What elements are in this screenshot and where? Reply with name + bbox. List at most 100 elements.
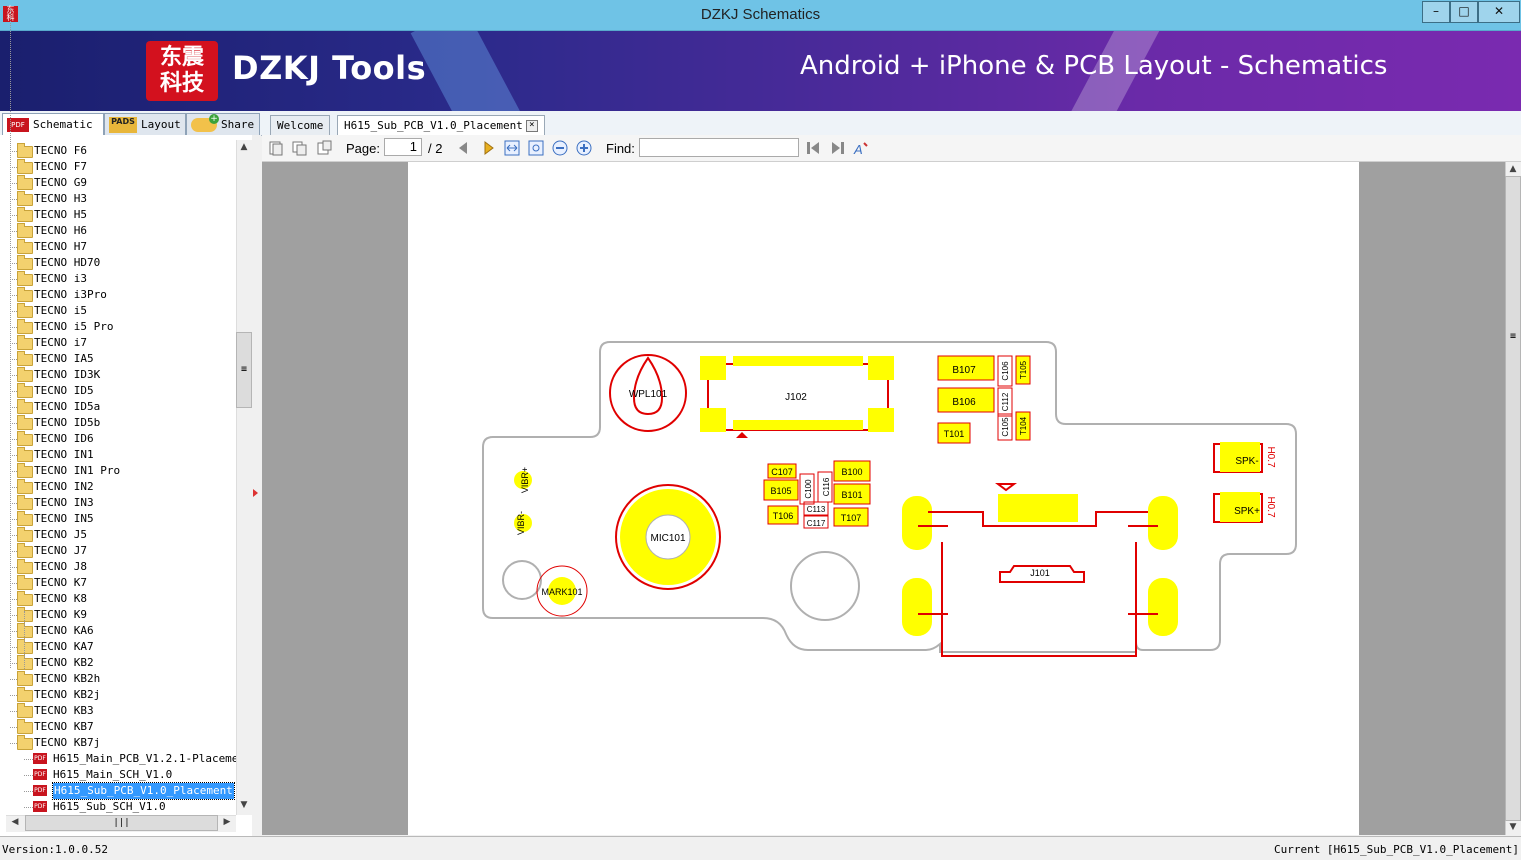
tree-folder-item[interactable]: TECNO KB3 [0,703,236,719]
tree-folder-item[interactable]: TECNO H6 [0,223,236,239]
doc-tab-current[interactable]: H615_Sub_PCB_V1.0_Placement × [337,115,545,135]
tree-hscroll-thumb[interactable]: ||| [25,815,218,831]
tree-folder-item[interactable]: TECNO F6 [0,143,236,159]
logo-text-line2: 科技 [159,71,204,96]
scroll-left-icon[interactable]: ◀ [8,817,22,827]
find-next-icon[interactable] [830,140,846,156]
tree-folder-item[interactable]: TECNO K7 [0,575,236,591]
tree-folder-item[interactable]: TECNO i5 [0,303,236,319]
doc-scroll-down-icon[interactable]: ▼ [1505,822,1521,832]
c100-label: C100 [804,479,813,499]
tab-share[interactable]: + Share [186,113,260,136]
panel-splitter[interactable] [252,135,261,836]
tree-folder-item[interactable]: TECNO K9 [0,607,236,623]
tree-folder-label: TECNO KB2h [34,672,101,685]
tree-folder-item[interactable]: TECNO ID3K [0,367,236,383]
tree-folder-item[interactable]: TECNO F7 [0,159,236,175]
tree-folder-item[interactable]: TECNO KB7j [0,735,236,751]
tree-folder-item[interactable]: TECNO H5 [0,207,236,223]
collapse-arrow-icon[interactable] [253,489,258,497]
tree-file-item[interactable]: PDF H615_Sub_SCH_V1.0 [0,799,236,813]
open-file-icon[interactable] [268,140,284,156]
tree-folder-item[interactable]: TECNO H7 [0,239,236,255]
tree-folder-item[interactable]: TECNO i7 [0,335,236,351]
tree-folder-item[interactable]: TECNO ID5b [0,415,236,431]
close-button[interactable]: ✕ [1478,1,1520,23]
highlight-text-icon[interactable]: A [853,140,869,156]
tree-folder-item[interactable]: TECNO HD70 [0,255,236,271]
t104-label: T104 [1019,416,1028,435]
zoom-out-icon[interactable] [552,140,568,156]
doc-scroll-up-icon[interactable]: ▲ [1505,164,1521,174]
tree-folder-item[interactable]: TECNO KB2j [0,687,236,703]
tab-schematic[interactable]: PDF Schematic [2,113,104,137]
doc-tab-welcome[interactable]: Welcome [270,115,331,135]
tree-folder-label: TECNO ID5a [34,400,101,413]
tree-folder-item[interactable]: TECNO i5 Pro [0,319,236,335]
minimize-button[interactable]: – [1422,1,1450,23]
tab-layout-label: Layout [141,118,181,131]
tree-folder-item[interactable]: TECNO KA7 [0,639,236,655]
tree-folder-item[interactable]: TECNO G9 [0,175,236,191]
tree-folder-item[interactable]: TECNO ID5a [0,399,236,415]
fit-page-icon[interactable] [528,140,544,156]
h07a-label: H0.7 [1265,446,1276,468]
find-input[interactable] [639,138,799,157]
tree-folder-item[interactable]: TECNO IN1 [0,447,236,463]
usb-pad [902,578,932,636]
document-scroll-thumb[interactable]: ≡ [1505,176,1521,821]
prev-page-icon[interactable] [455,140,471,156]
tree-folder-item[interactable]: TECNO IN1 Pro [0,463,236,479]
copy-icon[interactable] [291,140,307,156]
zoom-in-icon[interactable] [576,140,592,156]
tree-folder-item[interactable]: TECNO KA6 [0,623,236,639]
tree-folder-item[interactable]: TECNO IA5 [0,351,236,367]
tab-layout[interactable]: PADS Layout [104,113,186,136]
tree-folder-item[interactable]: TECNO IN3 [0,495,236,511]
tree-connector [10,215,17,216]
tree-folder-item[interactable]: TECNO KB7 [0,719,236,735]
find-previous-icon[interactable] [805,140,821,156]
tree-folder-item[interactable]: TECNO ID6 [0,431,236,447]
tree-folder-item[interactable]: TECNO i3 [0,271,236,287]
tree-connector [10,615,17,616]
tree-vertical-scrollbar[interactable] [236,140,253,815]
folder-icon [17,303,33,318]
tree-folder-item[interactable]: TECNO KB2 [0,655,236,671]
paste-icon[interactable] [316,140,332,156]
tree-folder-item[interactable]: TECNO IN2 [0,479,236,495]
tree-scroll-thumb[interactable]: ≡ [236,332,252,408]
maximize-button[interactable]: □ [1450,1,1478,23]
tree-file-item[interactable]: PDF H615_Main_PCB_V1.2.1-Placement [0,751,236,767]
scroll-right-icon[interactable]: ▶ [220,817,234,827]
tree-folder-item[interactable]: TECNO i3Pro [0,287,236,303]
folder-icon [17,543,33,558]
doc-tab-current-label: H615_Sub_PCB_V1.0_Placement [344,119,523,132]
tree-folder-item[interactable]: TECNO J7 [0,543,236,559]
tree-folder-label: TECNO IN3 [34,496,94,509]
folder-icon [17,735,33,750]
close-tab-icon[interactable]: × [525,120,538,132]
tree-file-item[interactable]: PDF H615_Sub_PCB_V1.0_Placement [0,782,236,800]
tree-folder-label: TECNO IA5 [34,352,94,365]
tree-folder-item[interactable]: TECNO KB2h [0,671,236,687]
tree-file-item[interactable]: PDF H615_Main_SCH_V1.0 [0,767,236,783]
tree-connector [10,263,17,264]
fit-width-icon[interactable] [504,140,520,156]
folder-icon [17,207,33,222]
page-number-input[interactable]: 1 [384,138,422,156]
tree-folder-item[interactable]: TECNO K8 [0,591,236,607]
tree-folder-label: TECNO KB2 [34,656,94,669]
tree-folder-item[interactable]: TECNO H3 [0,191,236,207]
tree-folder-label: TECNO ID3K [34,368,101,381]
tree-folder-item[interactable]: TECNO J8 [0,559,236,575]
tree-folder-item[interactable]: TECNO J5 [0,527,236,543]
tree-folder-label: TECNO J8 [34,560,87,573]
next-page-icon[interactable] [481,140,497,156]
tree-folder-item[interactable]: TECNO ID5 [0,383,236,399]
tree-connector [10,167,17,168]
scroll-down-icon[interactable]: ▼ [236,800,252,810]
scroll-up-icon[interactable]: ▲ [236,142,252,152]
tree-folder-item[interactable]: TECNO IN5 [0,511,236,527]
tree-folder-label: TECNO i3Pro [34,288,107,301]
